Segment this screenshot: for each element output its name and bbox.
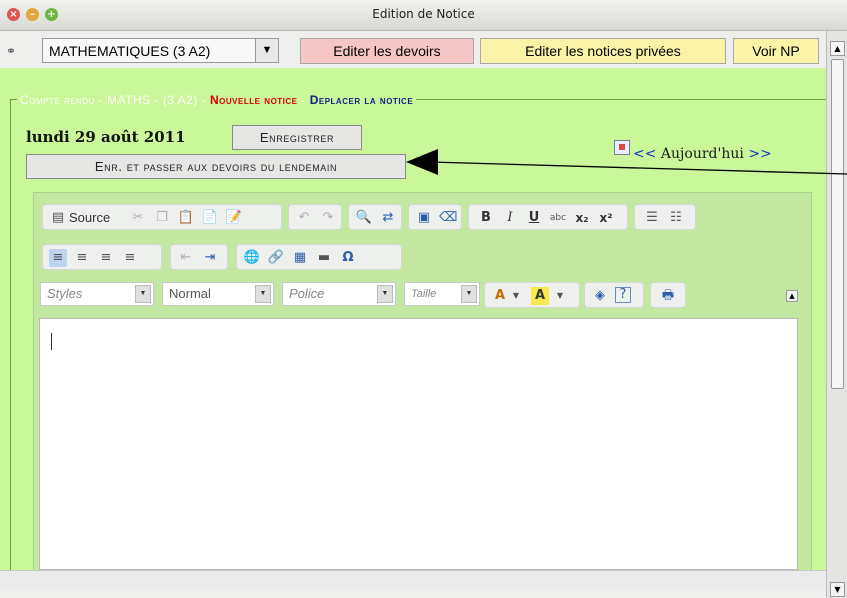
maximize-icon[interactable]: ◈ [591,287,609,305]
replace-icon[interactable]: ⇄ [379,209,397,227]
font-label: Police [289,286,325,301]
italic-icon[interactable]: I [501,209,519,227]
source-label[interactable]: Source [69,209,110,227]
editor-text-area[interactable] [39,318,798,570]
copy-icon[interactable]: ❐ [153,209,171,227]
table-icon[interactable]: ▦ [291,249,309,267]
editor-insert-group: 🌐 🔗 ▦ ▬ Ω [236,244,402,270]
styles-label: Styles [47,286,83,301]
editor-clipboard-group: ▤ Source ✂ ❐ 📋 📄 📝 [42,204,282,230]
format-label: Normal [169,286,211,301]
bulleted-list-icon[interactable]: ☷ [667,209,685,227]
outdent-icon[interactable]: ⇤ [177,249,195,267]
bold-icon[interactable]: B [477,209,495,227]
align-right-icon[interactable]: ≡ [97,249,115,267]
collapse-toolbar-icon[interactable]: ▲ [786,290,798,302]
about-icon[interactable]: ? [615,287,631,303]
editor-print-group: 🖶 [650,282,686,308]
status-bar [0,570,826,591]
paste-word-icon[interactable]: 📝 [225,209,243,227]
select-all-icon[interactable]: ▣ [415,209,433,227]
indent-icon[interactable]: ⇥ [201,249,219,267]
align-left-icon[interactable]: ≡ [49,249,67,267]
editor-list-group: ☰ ☷ [634,204,696,230]
text-caret [51,333,52,350]
paste-text-icon[interactable]: 📄 [201,209,219,227]
editor-select-group: ▣ ⌫ [408,204,462,230]
redo-icon[interactable]: ↷ [319,209,337,227]
bg-color-dropdown-icon[interactable]: ▼ [551,287,569,305]
styles-dropdown-icon[interactable]: ▼ [135,285,151,303]
superscript-icon[interactable]: x² [597,209,615,227]
font-select[interactable]: Police ▼ [282,282,396,306]
underline-icon[interactable]: U [525,209,543,227]
special-char-icon[interactable]: Ω [339,249,357,267]
bg-color-icon[interactable]: A [531,287,549,305]
format-dropdown-icon[interactable]: ▼ [255,285,271,303]
size-select[interactable]: Taille ▼ [404,282,480,306]
format-select[interactable]: Normal ▼ [162,282,274,306]
font-dropdown-icon[interactable]: ▼ [377,285,393,303]
strike-icon[interactable]: abc [549,209,567,227]
cut-icon[interactable]: ✂ [129,209,147,227]
align-center-icon[interactable]: ≡ [73,249,91,267]
horizontal-rule-icon[interactable]: ▬ [315,249,333,267]
editor-format-group: B I U abc x₂ x² [468,204,628,230]
editor-align-group: ≡ ≡ ≡ ≡ [42,244,162,270]
styles-select[interactable]: Styles ▼ [40,282,154,306]
editor-find-group: 🔍 ⇄ [348,204,402,230]
size-dropdown-icon[interactable]: ▼ [461,285,477,303]
unlink-icon[interactable]: 🔗 [267,249,285,267]
paste-icon[interactable]: 📋 [177,209,195,227]
editor-tools-group: ◈ ? [584,282,644,308]
editor-color-group: A ▼ A ▼ [484,282,580,308]
subscript-icon[interactable]: x₂ [573,209,591,227]
editor-undo-group: ↶ ↷ [288,204,342,230]
print-icon[interactable]: 🖶 [659,287,677,305]
text-color-dropdown-icon[interactable]: ▼ [507,287,525,305]
remove-format-icon[interactable]: ⌫ [439,209,457,227]
numbered-list-icon[interactable]: ☰ [643,209,661,227]
undo-icon[interactable]: ↶ [295,209,313,227]
source-icon[interactable]: ▤ [49,209,67,227]
link-icon[interactable]: 🌐 [243,249,261,267]
justify-icon[interactable]: ≡ [121,249,139,267]
size-label: Taille [411,288,437,300]
find-icon[interactable]: 🔍 [355,209,373,227]
editor-indent-group: ⇤ ⇥ [170,244,228,270]
